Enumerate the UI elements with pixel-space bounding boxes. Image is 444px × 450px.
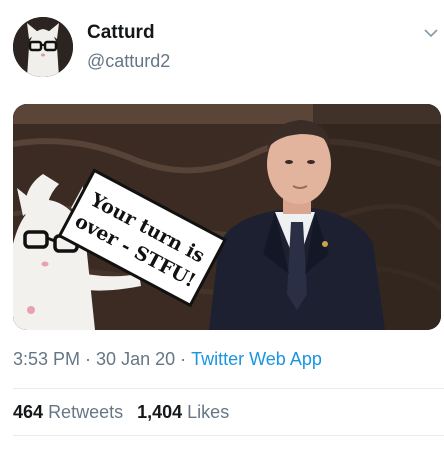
author-name[interactable]: Catturd (87, 22, 155, 44)
author-handle[interactable]: @catturd2 (87, 51, 170, 72)
tweet-meta: 3:53 PM · 30 Jan 20 · Twitter Web App (13, 349, 322, 370)
meta-separator: · (85, 349, 92, 369)
tweet-card: Catturd @catturd2 Your turn is over - ST… (0, 0, 444, 450)
divider (13, 388, 444, 389)
tweet-date[interactable]: 30 Jan 20 (96, 349, 175, 369)
media-illustration: Your turn is over - STFU! (13, 104, 441, 330)
meta-separator: · (180, 349, 187, 369)
likes-count: 1,404 (137, 402, 183, 422)
likes-stat[interactable]: 1,404 Likes (137, 402, 229, 422)
tweet-stats: 464 Retweets 1,404 Likes (13, 402, 229, 423)
retweets-count: 464 (13, 402, 44, 422)
retweets-label: Retweets (48, 402, 124, 422)
divider (13, 435, 444, 436)
tweet-source-link[interactable]: Twitter Web App (191, 349, 322, 369)
retweets-stat[interactable]: 464 Retweets (13, 402, 123, 422)
chevron-down-icon[interactable] (424, 28, 438, 38)
likes-label: Likes (187, 402, 230, 422)
cat-avatar-image (13, 17, 73, 77)
tweet-media-image[interactable]: Your turn is over - STFU! (13, 104, 441, 330)
tweet-time[interactable]: 3:53 PM (13, 349, 80, 369)
avatar[interactable] (13, 17, 73, 77)
